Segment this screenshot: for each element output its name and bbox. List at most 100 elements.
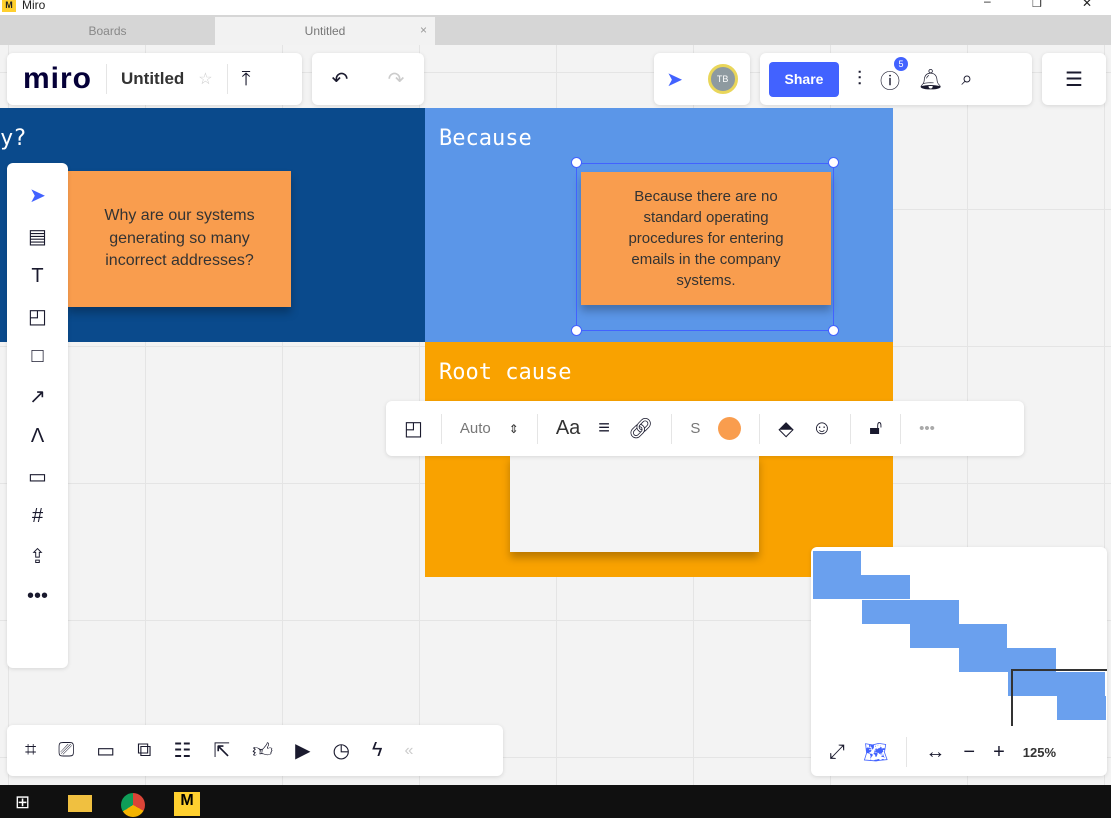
select-tool-icon[interactable]: ➤ — [29, 183, 46, 208]
resize-handle[interactable] — [828, 157, 839, 168]
emoji-icon[interactable]: ☺ — [812, 417, 832, 440]
divider — [759, 413, 761, 444]
export-icon[interactable]: ⤒ — [242, 68, 251, 91]
pen-tool-icon[interactable]: Λ — [31, 425, 44, 448]
resize-handle[interactable] — [571, 325, 582, 336]
notes-panel: ☰ — [1042, 53, 1106, 105]
close-window-button[interactable]: ✕ — [1082, 0, 1092, 10]
divider — [536, 413, 538, 444]
file-explorer-icon[interactable] — [68, 795, 92, 812]
toolbar-right: Share ⫶ ⓘ 5 🔔︎ ⌕ — [760, 53, 1032, 105]
lock-icon[interactable]: 🔓︎ — [869, 417, 882, 440]
redo-icon[interactable]: ↷ — [388, 67, 405, 92]
comments-icon[interactable]: ▭ — [96, 738, 115, 763]
color-picker[interactable] — [718, 417, 742, 440]
video-call-icon[interactable]: ▶ — [295, 738, 310, 763]
timer-icon[interactable]: ◷ — [332, 738, 349, 763]
link-icon[interactable]: 🔗︎ — [628, 416, 653, 441]
connector-tool-icon[interactable]: ↗ — [29, 384, 46, 409]
windows-taskbar: ⊞ M — [0, 785, 1111, 818]
selection-box — [576, 163, 834, 331]
star-icon[interactable]: ☆ — [198, 69, 212, 89]
minimap-view[interactable] — [813, 551, 1107, 726]
templates-icon[interactable]: ▤ — [28, 224, 47, 249]
divider — [906, 737, 908, 767]
cards-icon[interactable]: ☷ — [173, 738, 191, 763]
more-options-icon[interactable]: ••• — [919, 420, 935, 437]
sticky-type-icon[interactable]: ◰ — [404, 416, 423, 441]
restore-button[interactable]: ❐ — [1032, 0, 1042, 10]
tab-label: Boards — [88, 24, 127, 38]
frames-icon[interactable]: ⌗ — [25, 739, 36, 762]
activity-icon[interactable]: ϟ — [372, 739, 383, 762]
shape-tool-icon[interactable]: □ — [31, 345, 43, 368]
font-size-select[interactable]: Auto — [460, 420, 491, 437]
miro-taskbar-icon[interactable]: M — [174, 792, 200, 816]
font-size-stepper-icon[interactable]: ⇕ — [509, 422, 519, 436]
fit-to-screen-icon[interactable]: ↔ — [925, 741, 945, 764]
bell-icon[interactable]: 🔔︎ — [918, 67, 943, 92]
divider — [226, 64, 228, 94]
upload-tool-icon[interactable]: ⇪ — [29, 544, 46, 569]
minimap-panel: ⤢ 🗺︎ ↔ − + 125% — [811, 547, 1107, 776]
sticky-text: Why are our systems generating so many i… — [104, 207, 255, 270]
fullscreen-icon[interactable]: ⤢ — [829, 741, 845, 764]
text-tool-icon[interactable]: T — [31, 265, 43, 288]
zoom-in-icon[interactable]: + — [993, 741, 1005, 764]
more-tools-icon[interactable]: ••• — [27, 585, 48, 608]
zoom-level[interactable]: 125% — [1023, 745, 1056, 760]
tab-boards[interactable]: Boards — [0, 17, 215, 45]
board-name[interactable]: Untitled — [121, 69, 184, 89]
windows-start-icon[interactable]: ⊞ — [15, 792, 30, 813]
map-icon[interactable]: 🗺︎ — [863, 740, 888, 765]
undo-icon[interactable]: ↶ — [332, 67, 349, 92]
comment-tool-icon[interactable]: ▭ — [28, 464, 47, 489]
tab-untitled[interactable]: Untitled × — [215, 17, 435, 45]
voting-icon[interactable]: 👍︎ — [252, 739, 273, 763]
window-titlebar: M Miro – ❐ ✕ — [0, 0, 1111, 15]
minimize-button[interactable]: – — [984, 0, 991, 8]
divider — [850, 413, 852, 444]
chat-icon[interactable]: ⧉ — [137, 739, 151, 762]
window-title: Miro — [22, 0, 46, 12]
tab-label: Untitled — [304, 24, 346, 38]
tab-bar: Boards Untitled × — [0, 15, 1111, 45]
frame-title: Because — [439, 126, 532, 151]
search-icon[interactable]: ⌕ — [961, 68, 972, 91]
frame-title: Root cause — [439, 360, 572, 385]
chrome-icon[interactable] — [121, 793, 145, 817]
board-header: miro Untitled ☆ ⤒ — [7, 53, 302, 105]
sticky-note[interactable]: Why are our systems generating so many i… — [68, 171, 291, 307]
align-icon[interactable]: ≡ — [598, 417, 610, 440]
miro-app-icon: M — [2, 0, 16, 12]
divider — [900, 413, 902, 444]
sticky-size-button[interactable]: S — [690, 420, 700, 437]
board-notes-icon[interactable]: ☰ — [1065, 67, 1083, 92]
miro-logo[interactable]: miro — [23, 62, 92, 96]
sticky-note-tool-icon[interactable]: ◰ — [28, 304, 47, 329]
viewport-indicator[interactable] — [1011, 669, 1107, 726]
notification-badge: 5 — [894, 56, 908, 71]
collapse-icon[interactable]: « — [405, 742, 414, 760]
frame-tool-icon[interactable]: # — [32, 505, 43, 528]
divider — [671, 413, 673, 444]
divider — [106, 64, 108, 94]
zoom-out-icon[interactable]: − — [963, 741, 975, 764]
resize-handle[interactable] — [828, 325, 839, 336]
font-button[interactable]: Aa — [556, 417, 580, 440]
frame-title: y? — [0, 126, 27, 151]
settings-sliders-icon[interactable]: ⫶ — [857, 68, 862, 91]
screen-share-icon[interactable]: ⇱ — [213, 738, 230, 763]
help-icon[interactable]: ⓘ 5 — [880, 56, 908, 94]
bottom-toolbar: ⌗ ⎚ ▭ ⧉ ☷ ⇱ 👍︎ ▶ ◷ ϟ « — [7, 725, 503, 776]
divider — [440, 413, 442, 444]
close-tab-icon[interactable]: × — [420, 23, 427, 37]
sticky-note-empty[interactable] — [510, 455, 759, 552]
presentation-icon[interactable]: ⎚ — [58, 739, 74, 762]
left-toolbar: ➤ ▤ T ◰ □ ↗ Λ ▭ # ⇪ ••• — [7, 163, 68, 668]
tag-icon[interactable]: ⬘ — [778, 416, 793, 441]
resize-handle[interactable] — [571, 157, 582, 168]
cursor-filter-icon[interactable]: ➤ — [666, 67, 683, 92]
share-button[interactable]: Share — [769, 61, 839, 97]
avatar[interactable]: TB — [707, 64, 738, 94]
